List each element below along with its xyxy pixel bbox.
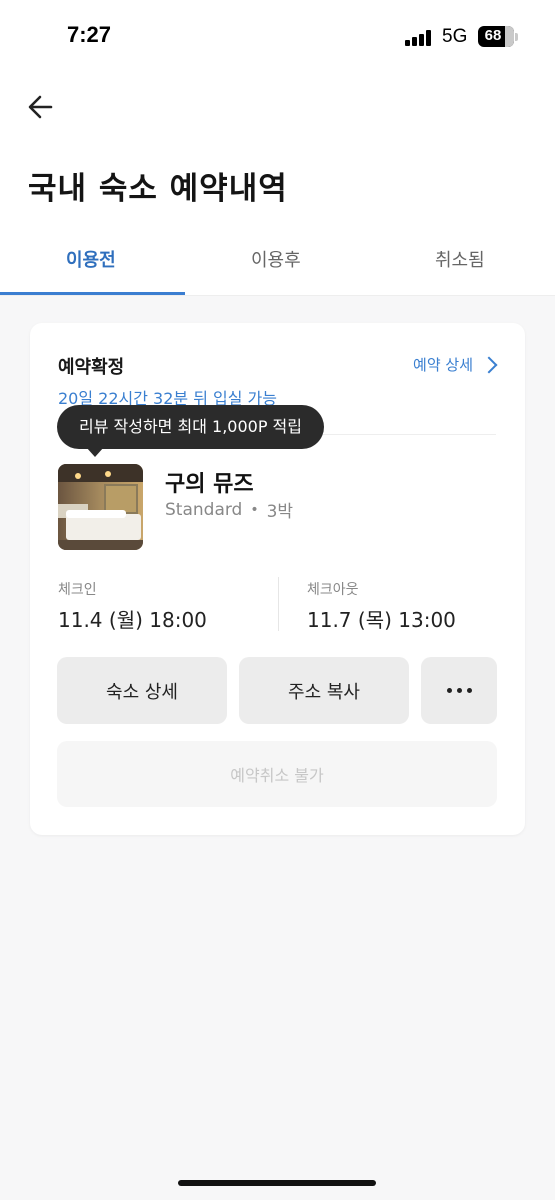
battery-level: 68 bbox=[484, 27, 502, 44]
checkin-value: 11.4 (월) 18:00 bbox=[58, 608, 207, 632]
copy-address-button[interactable]: 주소 복사 bbox=[239, 657, 409, 724]
signal-strength-icon bbox=[405, 30, 433, 46]
page-title: 국내 숙소 예약내역 bbox=[28, 171, 288, 207]
status-time: 7:27 bbox=[67, 22, 112, 47]
home-indicator bbox=[178, 1180, 376, 1186]
tab-before-use[interactable]: 이용전 bbox=[66, 246, 116, 272]
chevron-right-icon bbox=[480, 356, 498, 373]
active-tab-indicator bbox=[0, 292, 185, 295]
hotel-room-image bbox=[58, 464, 143, 550]
tab-cancelled[interactable]: 취소됨 bbox=[435, 246, 485, 272]
tab-bar: 이용전 이용후 취소됨 bbox=[0, 230, 555, 296]
status-bar: 7:27 5G 68 bbox=[0, 0, 555, 72]
battery-cap bbox=[515, 33, 518, 41]
network-type: 5G bbox=[442, 26, 468, 47]
separator-dot: • bbox=[250, 501, 259, 518]
more-options-button[interactable] bbox=[421, 657, 497, 724]
tooltip-arrow bbox=[86, 447, 104, 457]
reservation-card: 예약확정 예약 상세 20일 22시간 32분 뒤 입실 가능 리뷰 작성하면 … bbox=[30, 323, 525, 835]
back-button[interactable] bbox=[24, 90, 58, 124]
hotel-name[interactable]: 구의 뮤즈 bbox=[165, 466, 254, 498]
checkin-checkout-divider bbox=[278, 577, 279, 631]
tab-after-use[interactable]: 이용후 bbox=[251, 246, 301, 272]
property-detail-button[interactable]: 숙소 상세 bbox=[57, 657, 227, 724]
more-dots-icon bbox=[446, 688, 472, 693]
reservation-detail-label: 예약 상세 bbox=[413, 356, 473, 374]
battery-icon: 68 bbox=[478, 26, 514, 47]
room-info: Standard • 3박 bbox=[165, 497, 294, 523]
cancel-reservation-button: 예약취소 불가 bbox=[57, 741, 497, 807]
reservation-detail-link[interactable]: 예약 상세 bbox=[413, 354, 498, 375]
reservation-status: 예약확정 bbox=[58, 357, 125, 378]
checkout-label: 체크아웃 bbox=[307, 582, 359, 598]
room-type: Standard bbox=[165, 499, 243, 520]
hotel-thumbnail[interactable] bbox=[58, 464, 143, 550]
checkout-value: 11.7 (목) 13:00 bbox=[307, 608, 456, 632]
stay-nights: 3박 bbox=[266, 502, 294, 522]
review-points-tooltip[interactable]: 리뷰 작성하면 최대 1,000P 적립 bbox=[57, 405, 324, 449]
arrow-left-icon bbox=[28, 95, 53, 119]
checkin-label: 체크인 bbox=[58, 582, 97, 598]
